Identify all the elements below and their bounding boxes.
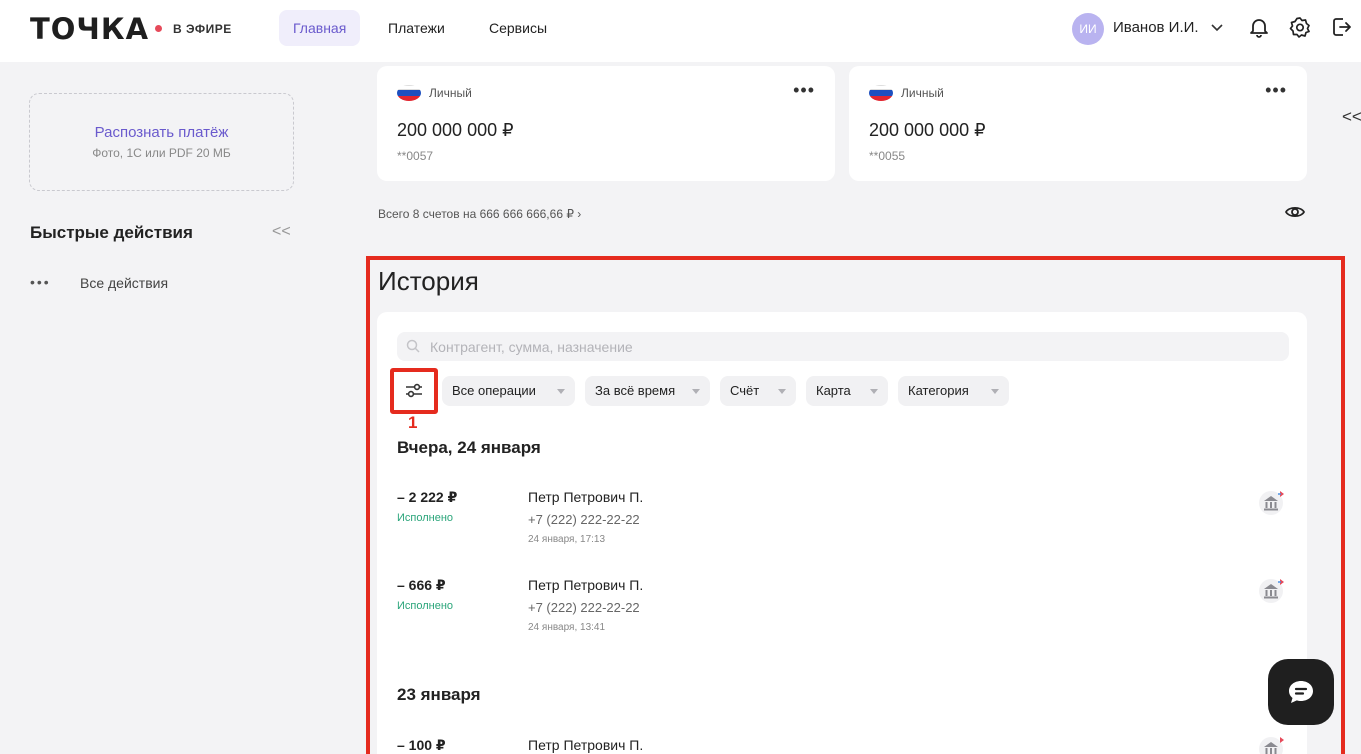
nav-tab-services[interactable]: Сервисы	[475, 10, 561, 46]
all-accounts-link[interactable]: Всего 8 счетов на 666 666 666,66 ₽ ›	[378, 207, 581, 221]
all-actions-link[interactable]: Все действия	[80, 275, 168, 291]
top-header: ТОЧКА В ЭФИРЕ Главная Платежи Сервисы ИИ…	[0, 0, 1361, 62]
recognize-payment-dropzone[interactable]: Распознать платёж Фото, 1С или PDF 20 МБ	[29, 93, 294, 191]
history-highlight-frame	[366, 256, 1345, 754]
logout-icon[interactable]	[1331, 16, 1353, 38]
account-balance: 200 000 000 ₽	[397, 120, 514, 140]
account-number: **0057	[397, 149, 434, 163]
logo[interactable]: ТОЧКА	[30, 12, 149, 46]
user-menu[interactable]: Иванов И.И.	[1113, 19, 1223, 36]
live-label[interactable]: В ЭФИРЕ	[173, 22, 232, 36]
account-balance: 200 000 000 ₽	[869, 120, 986, 140]
gear-icon[interactable]	[1289, 16, 1311, 38]
recognize-payment-subtitle: Фото, 1С или PDF 20 МБ	[92, 146, 231, 160]
nav-tab-payments[interactable]: Платежи	[374, 10, 459, 46]
eye-icon[interactable]	[1284, 201, 1306, 223]
quick-actions-title: Быстрые действия	[30, 223, 193, 242]
account-card[interactable]: Личный ••• 200 000 000 ₽ **0055	[849, 66, 1307, 181]
nav-tab-main[interactable]: Главная	[279, 10, 361, 46]
account-card[interactable]: Личный ••• 200 000 000 ₽ **0057	[377, 66, 835, 181]
bell-icon[interactable]	[1248, 16, 1270, 38]
chevron-down-icon	[1211, 24, 1223, 32]
avatar[interactable]: ИИ	[1072, 13, 1104, 45]
quick-actions-collapse-button[interactable]: <<	[272, 223, 291, 241]
live-indicator-dot	[155, 25, 162, 32]
russia-flag-icon	[869, 85, 893, 101]
chat-bubble-icon	[1289, 681, 1313, 703]
account-type: Личный	[429, 86, 472, 100]
russia-flag-icon	[397, 85, 421, 101]
account-more-button[interactable]: •••	[793, 80, 815, 101]
account-type: Личный	[901, 86, 944, 100]
account-number: **0055	[869, 149, 906, 163]
user-name: Иванов И.И.	[1113, 19, 1199, 36]
right-panel-collapse-button[interactable]: <<	[1342, 107, 1361, 127]
account-more-button[interactable]: •••	[1265, 80, 1287, 101]
recognize-payment-title: Распознать платёж	[94, 124, 229, 141]
more-dots-icon[interactable]: •••	[30, 274, 51, 290]
chat-support-button[interactable]	[1268, 659, 1334, 725]
